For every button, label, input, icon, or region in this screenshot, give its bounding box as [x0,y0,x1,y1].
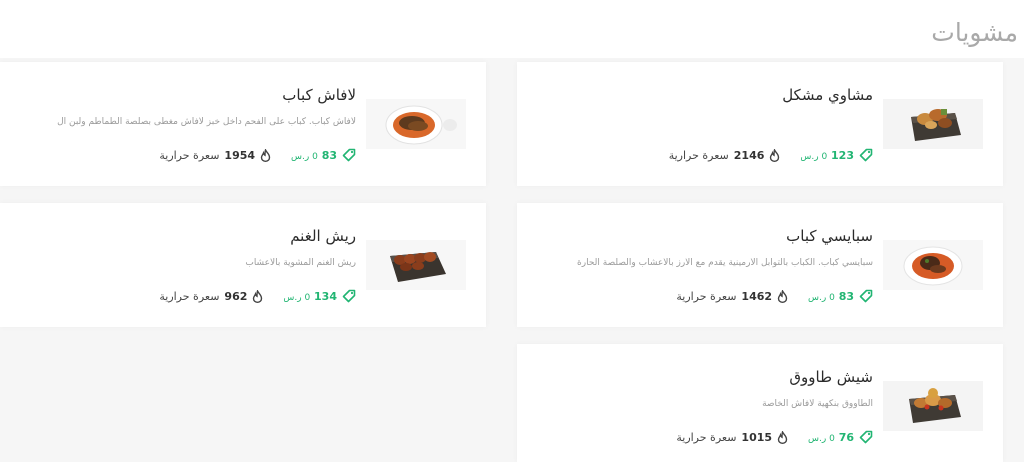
dish-image[interactable] [883,381,983,431]
calories-value: 2146 [733,148,765,162]
menu-item-card[interactable]: سبايسي كباب سبايسي كباب. الكباب بالتوابل… [517,203,1003,327]
dish-meta: 83 0 ر.س 1954 سعرة حرارية [159,147,356,163]
calories-label: سعرة حرارية [159,289,220,303]
calories-label: سعرة حرارية [676,430,737,444]
price-tag-icon [342,148,356,162]
calories-label: سعرة حرارية [676,289,737,303]
dish-price: 83 0 ر.س [808,290,854,303]
price-value: 76 [838,430,854,444]
price-currency: 0 ر.س [291,151,318,162]
price-group: 134 0 ر.س [283,289,356,303]
calories-label: سعرة حرارية [668,148,729,162]
dish-description: الطاووق بنكهية لافاش الخاصة [762,399,873,409]
calories-value: 1462 [741,289,773,303]
price-group: 76 0 ر.س [808,430,873,444]
calories-group: 1954 سعرة حرارية [159,148,271,162]
dish-price: 76 0 ر.س [808,431,854,444]
dish-name: سبايسي كباب [786,227,873,245]
calories-value: 1015 [741,430,773,444]
menu-item-card[interactable]: مشاوي مشكل 123 0 ر.س 2146 سعرة حرارية [517,62,1003,186]
price-tag-icon [859,430,873,444]
price-group: 123 0 ر.س [800,148,873,162]
price-tag-icon [342,289,356,303]
calories-group: 2146 سعرة حرارية [668,148,781,162]
price-currency: 0 ر.س [808,292,835,303]
flame-icon [777,430,788,444]
price-currency: 0 ر.س [800,151,828,162]
menu-item-card[interactable]: لافاش كباب لافاش كباب. كباب على الفحم دا… [0,62,486,186]
dish-image[interactable] [883,240,983,290]
menu-item-card[interactable]: ريش الغنم ريش الغنم المشوية بالاعشاب 134… [0,203,486,327]
dish-name: ريش الغنم [290,227,356,245]
dish-name: لافاش كباب [282,86,356,104]
price-currency: 0 ر.س [808,433,835,444]
dish-description: سبايسي كباب. الكباب بالتوابل الأرمينية ي… [577,258,873,268]
price-value: 83 [838,289,854,303]
flame-icon [777,289,788,303]
price-value: 134 [314,289,337,303]
top-bar [0,0,1024,12]
dish-meta: 123 0 ر.س 2146 سعرة حرارية [669,147,873,163]
calories-value: 1954 [224,148,256,162]
dish-meta: 134 0 ر.س 962 سعرة حرارية [159,288,356,304]
price-value: 83 [321,148,337,162]
section-title: مشويات [931,18,1018,47]
dish-meta: 83 0 ر.س 1462 سعرة حرارية [676,288,873,304]
dish-description: ريش الغنم المشوية بالاعشاب [245,258,356,268]
flame-icon [253,289,263,303]
price-tag-icon [859,148,873,162]
dish-image[interactable] [366,99,466,149]
dish-name: شيش طاووق [789,368,873,386]
calories-value: 962 [224,289,248,303]
price-group: 83 0 ر.س [291,148,356,162]
calories-group: 962 سعرة حرارية [159,289,263,303]
section-header [0,12,1024,58]
dish-price: 123 0 ر.س [800,149,854,162]
dish-image[interactable] [883,99,983,149]
price-tag-icon [859,289,873,303]
price-currency: 0 ر.س [283,292,311,303]
price-value: 123 [831,148,854,162]
price-group: 83 0 ر.س [808,289,873,303]
menu-item-card[interactable]: شيش طاووق الطاووق بنكهية لافاش الخاصة 76… [517,344,1003,462]
dish-description: لافاش كباب. كباب على الفحم داخل خبز لافا… [57,117,356,127]
dish-name: مشاوي مشكل [782,86,873,104]
dish-image[interactable] [366,240,466,290]
calories-group: 1015 سعرة حرارية [676,430,788,444]
dish-price: 134 0 ر.س [283,290,337,303]
calories-label: سعرة حرارية [159,148,220,162]
calories-group: 1462 سعرة حرارية [676,289,788,303]
dish-meta: 76 0 ر.س 1015 سعرة حرارية [676,429,873,445]
flame-icon [260,148,271,162]
dish-price: 83 0 ر.س [291,149,337,162]
flame-icon [770,148,780,162]
